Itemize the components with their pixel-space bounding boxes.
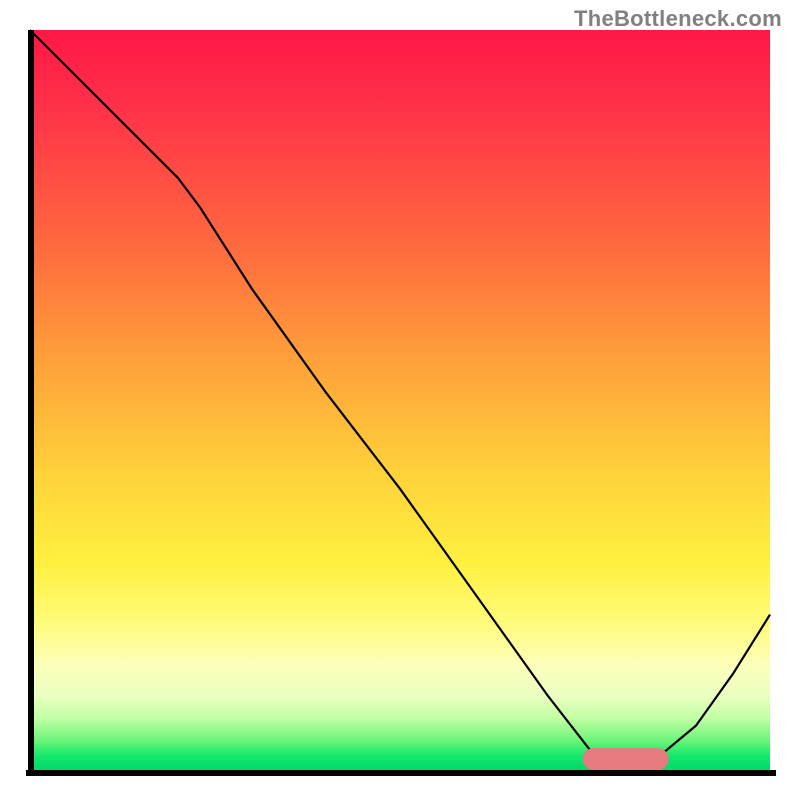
- optimal-range-marker: [582, 748, 669, 770]
- watermark-text: TheBottleneck.com: [574, 6, 782, 32]
- curve-svg: [30, 30, 770, 770]
- x-axis: [26, 770, 776, 776]
- y-axis: [28, 30, 34, 776]
- bottleneck-curve: [30, 30, 770, 763]
- chart-stage: TheBottleneck.com: [0, 0, 800, 800]
- bottleneck-curve-layer: [30, 30, 770, 770]
